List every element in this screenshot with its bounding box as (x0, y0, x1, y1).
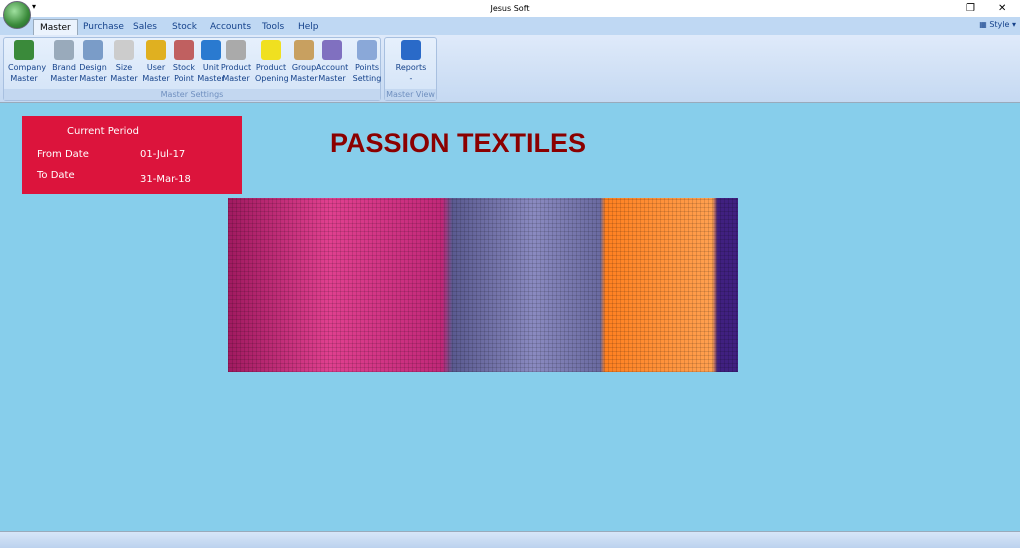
button-label: Setting (352, 74, 382, 83)
group-label: Master View (385, 89, 436, 100)
reports-icon (401, 40, 421, 60)
tab-accounts[interactable]: Accounts (204, 19, 257, 35)
button-label: Master (10, 74, 38, 83)
ribbon-button-brand-master[interactable]: Brand Master (48, 40, 80, 84)
style-label: Style (989, 20, 1010, 29)
period-title: Current Period (67, 126, 139, 137)
ribbon-tabs: ▦ Style ▾ Master Purchase Sales Stock Accoun… (0, 17, 1020, 35)
ribbon: Master Settings Company Master Brand Master… (0, 35, 1020, 103)
tab-help[interactable]: Help (292, 19, 325, 35)
company-name: PASSION TEXTILES (330, 128, 587, 158)
ribbon-button-product-opening[interactable]: Product Opening (255, 40, 289, 84)
ribbon-button-reports--[interactable]: Reports - (389, 40, 433, 84)
tab-sales[interactable]: Sales (127, 19, 163, 35)
button-label: Master (318, 74, 346, 83)
unit-icon (201, 40, 221, 60)
button-label: Product (255, 63, 287, 72)
group-icon (294, 40, 314, 60)
account-icon (322, 40, 342, 60)
button-label: Product (220, 63, 252, 72)
ribbon-button-points-setting[interactable]: Points Setting (351, 40, 383, 84)
button-label: Company (8, 63, 47, 72)
tab-purchase[interactable]: Purchase (77, 19, 130, 35)
close-button[interactable]: ✕ (998, 0, 1006, 17)
style-menu[interactable]: ▦ Style ▾ (979, 20, 1016, 29)
product-icon (226, 40, 246, 60)
button-label: Reports (395, 63, 427, 72)
points-icon (357, 40, 377, 60)
from-date-label: From Date (37, 149, 89, 160)
tab-stock[interactable]: Stock (166, 19, 203, 35)
button-label: Master (79, 74, 107, 83)
button-label: Opening (255, 74, 289, 83)
product-icon (261, 40, 281, 60)
restore-button[interactable]: ❐ (966, 0, 975, 17)
tab-master[interactable]: Master (33, 19, 78, 35)
size-icon (114, 40, 134, 60)
quick-access-dropdown-icon[interactable]: ▾ (32, 2, 36, 11)
ribbon-button-design-master[interactable]: Design Master (77, 40, 109, 84)
company-icon (14, 40, 34, 60)
group-master-view: Master View Reports - (384, 37, 437, 101)
to-date-label: To Date (37, 170, 75, 181)
ribbon-button-account-master[interactable]: Account Master (316, 40, 348, 84)
brand-icon (54, 40, 74, 60)
button-label: Brand (52, 63, 76, 72)
button-label: Size (115, 63, 133, 72)
group-label: Master Settings (4, 89, 380, 100)
window-title: Jesus Soft (490, 4, 530, 13)
button-label: Account (316, 63, 349, 72)
button-label: Master (110, 74, 138, 83)
button-label: Design (79, 63, 107, 72)
button-label: Points (354, 63, 380, 72)
group-master-settings: Master Settings Company Master Brand Master… (3, 37, 381, 101)
ribbon-button-product-master[interactable]: Product Master (220, 40, 252, 84)
tab-tools[interactable]: Tools (256, 19, 290, 35)
user-icon (146, 40, 166, 60)
stock-icon (174, 40, 194, 60)
ribbon-button-company-master[interactable]: Company Master (8, 40, 47, 84)
to-date-value: 31-Mar-18 (140, 174, 191, 185)
current-period-panel: Current Period From Date 01-Jul-17 To Da… (22, 116, 242, 194)
title-bar: Jesus Soft (0, 0, 1020, 17)
button-label: Master (222, 74, 250, 83)
button-label: - (409, 74, 413, 83)
design-icon (83, 40, 103, 60)
button-label: Master (50, 74, 78, 83)
application-menu-button[interactable] (3, 1, 31, 29)
from-date-value: 01-Jul-17 (140, 149, 186, 160)
status-bar (0, 531, 1020, 548)
fabric-banner-image (228, 198, 738, 372)
ribbon-button-size-master[interactable]: Size Master (108, 40, 140, 84)
